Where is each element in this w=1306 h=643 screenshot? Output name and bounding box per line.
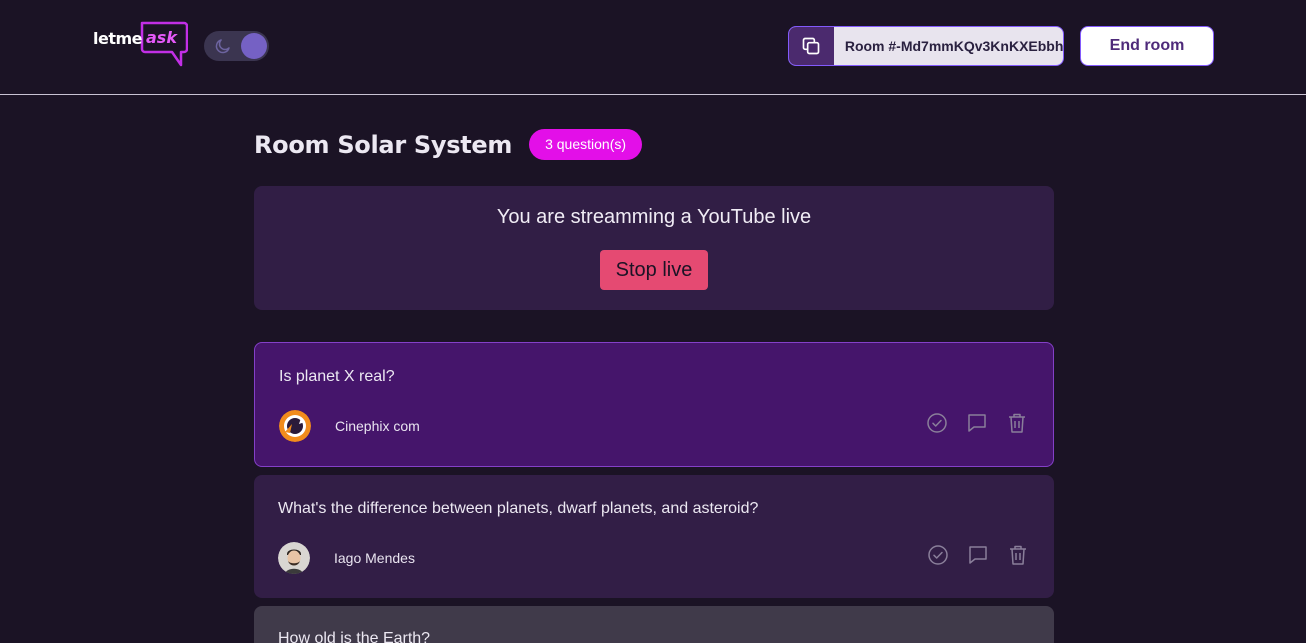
moon-icon <box>215 39 230 54</box>
question-card: What's the difference between planets, d… <box>254 475 1054 598</box>
live-stream-panel: You are streamming a YouTube live Stop l… <box>254 186 1054 310</box>
question-text: What's the difference between planets, d… <box>278 500 759 517</box>
theme-toggle[interactable] <box>204 31 269 61</box>
room-title-row: Room Solar System 3 question(s) <box>254 129 643 160</box>
question-text: Is planet X real? <box>279 368 395 385</box>
check-circle-icon[interactable] <box>926 543 950 567</box>
toggle-knob <box>241 33 267 59</box>
author-name: Cinephix com <box>335 418 420 434</box>
trash-icon[interactable] <box>1006 543 1030 567</box>
question-author: Iago Mendes <box>278 542 415 574</box>
question-actions <box>925 411 1029 435</box>
avatar <box>278 542 310 574</box>
live-stream-message: You are streamming a YouTube live <box>496 206 812 228</box>
question-actions <box>926 543 1030 567</box>
question-count-badge: 3 question(s) <box>529 129 643 160</box>
logo-word-ask: ask <box>146 28 177 47</box>
trash-icon[interactable] <box>1005 411 1029 435</box>
chat-bubble-icon[interactable] <box>966 543 990 567</box>
copy-icon <box>803 37 820 55</box>
author-name: Iago Mendes <box>334 550 415 566</box>
check-circle-icon[interactable] <box>925 411 949 435</box>
chat-bubble-icon[interactable] <box>965 411 989 435</box>
avatar <box>279 410 311 442</box>
question-author: Cinephix com <box>279 410 420 442</box>
logo-word-letme: letme <box>93 29 143 48</box>
letmeask-logo[interactable]: letme ask <box>93 21 188 67</box>
copy-button[interactable] <box>789 27 834 65</box>
end-room-button[interactable]: End room <box>1080 26 1214 66</box>
question-card: How old is the Earth? <box>254 606 1054 643</box>
header: letme ask Room #-Md7mmKQv3KnKXEbbhg9 End… <box>0 0 1306 95</box>
question-card: Is planet X real? Cinephix com <box>254 342 1054 467</box>
stop-live-button[interactable]: Stop live <box>600 250 708 290</box>
room-code-button[interactable]: Room #-Md7mmKQv3KnKXEbbhg9 <box>788 26 1064 66</box>
question-text: How old is the Earth? <box>278 630 431 643</box>
room-code-label: Room #-Md7mmKQv3KnKXEbbhg9 <box>844 38 1063 54</box>
page-title: Room Solar System <box>254 130 513 159</box>
